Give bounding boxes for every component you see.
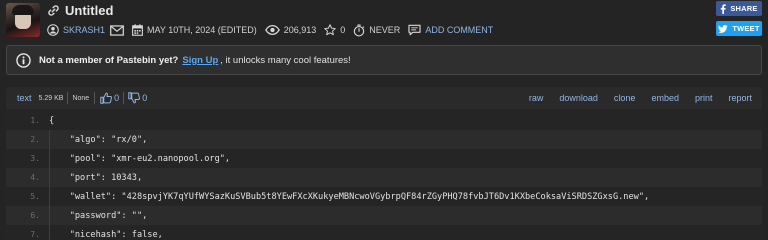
star-count: 0 — [340, 25, 346, 35]
line-number: 3. — [30, 154, 40, 163]
upvote-button[interactable]: 0 — [100, 92, 119, 104]
paste-category: None — [72, 94, 90, 102]
code-line: 4. "port": 10343, — [6, 168, 762, 187]
raw-button[interactable]: raw — [529, 93, 544, 103]
code-view: 1. { 2. "algo": "rx/0", 3. "pool": "xmr-… — [6, 109, 762, 240]
code-line: 2. "algo": "rx/0", — [6, 130, 762, 149]
line-number: 1. — [30, 116, 40, 125]
star-icon[interactable] — [324, 24, 337, 36]
code-line: 6. "password": "", — [6, 206, 762, 225]
downvote-count: 0 — [142, 93, 148, 103]
author-avatar[interactable] — [6, 3, 40, 37]
code-line: 3. "pool": "xmr-eu2.nanopool.org", — [6, 149, 762, 168]
calendar-icon — [132, 24, 143, 36]
eye-icon — [264, 25, 280, 35]
code-line: 1. { — [6, 111, 762, 130]
facebook-share-button[interactable]: SHARE — [716, 1, 762, 16]
comment-icon[interactable] — [408, 24, 421, 36]
downvote-button[interactable]: 0 — [128, 92, 147, 104]
twitter-tweet-label: TWEET — [732, 24, 760, 33]
line-number: 7. — [30, 230, 40, 239]
divider — [123, 92, 125, 104]
code-line: 5. "wallet": "428spvjYK7qYUfWYSazKuSVBub… — [6, 187, 762, 206]
code-text: "nicehash": false, — [49, 229, 163, 240]
code-line: 7. "nicehash": false, — [6, 225, 762, 240]
envelope-icon[interactable] — [110, 24, 124, 36]
paste-meta: SKRASH1 MAY 10TH, 2024 (EDITED) 206,913 … — [47, 22, 493, 38]
embed-button[interactable]: embed — [651, 93, 679, 103]
facebook-share-label: SHARE — [730, 4, 758, 13]
code-text: "pool": "xmr-eu2.nanopool.org", — [49, 153, 231, 164]
line-number: 6. — [30, 211, 40, 220]
thumbs-down-icon — [128, 92, 141, 104]
timer-icon — [353, 24, 365, 37]
add-comment-link[interactable]: ADD COMMENT — [425, 25, 493, 35]
twitter-tweet-button[interactable]: TWEET — [716, 21, 762, 36]
thumbs-up-icon — [100, 92, 113, 104]
report-button[interactable]: report — [728, 93, 752, 103]
paste-date: MAY 10TH, 2024 (EDITED) — [147, 25, 257, 35]
clone-button[interactable]: clone — [614, 93, 636, 103]
divider — [67, 92, 69, 104]
code-text: "algo": "rx/0", — [49, 134, 148, 145]
paste-title-row: Untitled — [47, 2, 113, 18]
code-text: "port": 10343, — [49, 172, 143, 183]
signup-link[interactable]: Sign Up — [182, 55, 218, 66]
notice-text: Not a member of Pastebin yet? — [39, 54, 179, 66]
paste-size: 5.29 KB — [38, 94, 64, 102]
paste-title: Untitled — [65, 2, 114, 18]
language-link[interactable]: text — [17, 93, 32, 103]
user-icon — [47, 24, 59, 36]
code-text: "password": "", — [49, 210, 148, 221]
line-number: 4. — [30, 173, 40, 182]
download-button[interactable]: download — [559, 93, 598, 103]
info-icon — [16, 52, 31, 68]
code-text: { — [49, 115, 55, 126]
upvote-count: 0 — [114, 93, 120, 103]
twitter-icon — [718, 24, 729, 33]
line-number: 5. — [30, 192, 40, 201]
view-count: 206,913 — [283, 25, 317, 35]
paste-actions: raw download clone embed print report — [529, 87, 752, 109]
print-button[interactable]: print — [695, 93, 713, 103]
expiry: NEVER — [369, 25, 401, 35]
author-link[interactable]: SKRASH1 — [63, 25, 105, 35]
code-toolbar: text 5.29 KB None 0 0 raw download clone… — [6, 87, 762, 109]
divider — [94, 92, 96, 104]
signup-notice: Not a member of Pastebin yet? Sign Up , … — [6, 45, 762, 75]
line-number: 2. — [30, 135, 40, 144]
notice-rest-text: , it unlocks many cool features! — [220, 54, 351, 66]
link-icon — [47, 4, 60, 17]
code-text: "wallet": "428spvjYK7qYUfWYSazKuSVBub5t8… — [49, 191, 650, 202]
facebook-icon — [720, 3, 727, 14]
